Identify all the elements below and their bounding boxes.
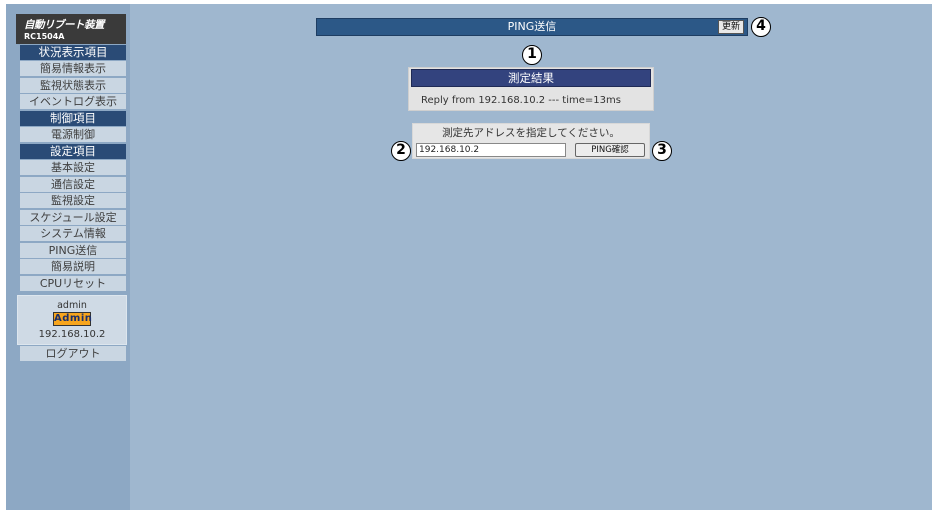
menu-item-event-log[interactable]: イベントログ表示	[20, 94, 126, 109]
user-panel: admin Admin 192.168.10.2	[17, 295, 127, 345]
brand-title: 自動リブート装置	[24, 19, 105, 31]
refresh-button[interactable]: 更新	[718, 20, 744, 34]
address-input[interactable]	[416, 143, 566, 157]
callout-2: 2	[391, 141, 411, 161]
menu-item-help[interactable]: 簡易説明	[20, 259, 126, 274]
result-text: Reply from 192.168.10.2 --- time=13ms	[421, 95, 621, 106]
user-ip: 192.168.10.2	[38, 329, 106, 340]
menu-item-ping[interactable]: PING送信	[20, 243, 126, 258]
logout-button[interactable]: ログアウト	[20, 346, 126, 361]
menu-item-monitor-status[interactable]: 監視状態表示	[20, 78, 126, 93]
menu-item-monitor-settings[interactable]: 監視設定	[20, 193, 126, 208]
section-heading-settings: 設定項目	[20, 144, 126, 159]
result-panel: 測定結果 Reply from 192.168.10.2 --- time=13…	[408, 67, 654, 111]
section-heading-control: 制御項目	[20, 111, 126, 126]
callout-1: 1	[522, 45, 542, 65]
address-prompt: 測定先アドレスを指定してください。	[442, 127, 620, 139]
menu-item-simple-info[interactable]: 簡易情報表示	[20, 61, 126, 76]
menu-item-comm-settings[interactable]: 通信設定	[20, 177, 126, 192]
page-title: PING送信	[316, 18, 748, 36]
sidebar: 自動リブート装置 RC1504A 状況表示項目 簡易情報表示 監視状態表示 イベ…	[6, 4, 130, 510]
user-name: admin	[57, 300, 87, 311]
address-panel: 測定先アドレスを指定してください。 PING確認	[412, 123, 650, 159]
brand-logo: 自動リブート装置 RC1504A	[16, 14, 126, 44]
ping-confirm-button[interactable]: PING確認	[575, 143, 645, 157]
callout-4: 4	[751, 17, 771, 37]
menu-item-power-control[interactable]: 電源制御	[20, 127, 126, 142]
menu-item-system-info[interactable]: システム情報	[20, 226, 126, 241]
menu-item-cpu-reset[interactable]: CPUリセット	[20, 276, 126, 291]
menu-item-basic-settings[interactable]: 基本設定	[20, 160, 126, 175]
result-heading: 測定結果	[411, 69, 651, 87]
brand-model: RC1504A	[24, 32, 65, 41]
menu-item-schedule-settings[interactable]: スケジュール設定	[20, 210, 126, 225]
role-badge: Admin	[53, 312, 93, 326]
section-heading-status: 状況表示項目	[20, 45, 126, 60]
callout-3: 3	[652, 141, 672, 161]
